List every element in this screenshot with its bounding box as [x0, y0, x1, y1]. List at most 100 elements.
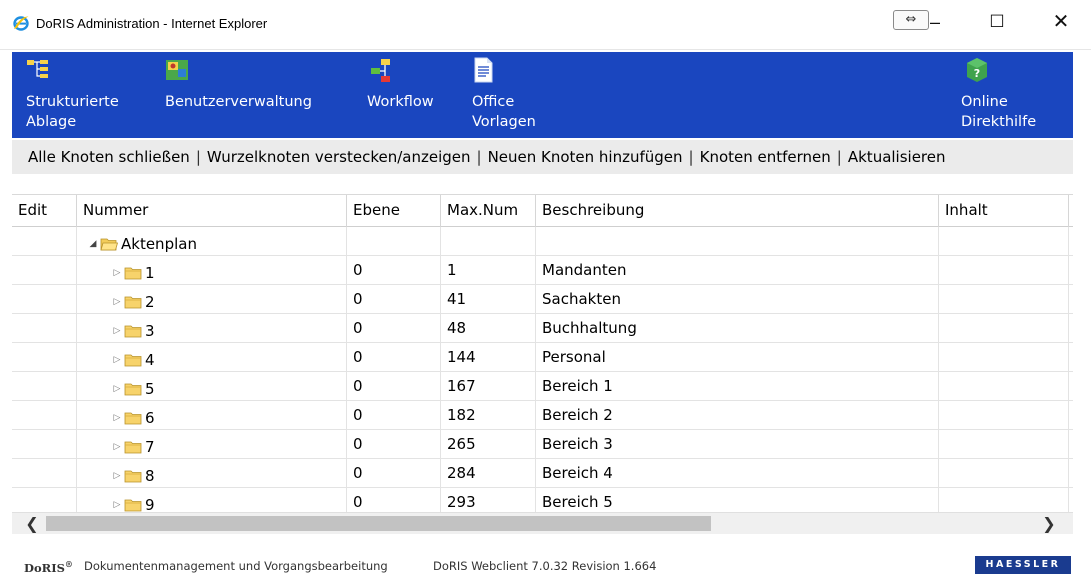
ebene-cell: 0 — [346, 256, 440, 285]
minimize-button[interactable]: – — [920, 10, 950, 34]
table-row[interactable]: ▷ 4 0 144 Personal — [12, 343, 1073, 372]
nummer-cell: ▷ 4 — [76, 343, 346, 372]
version-info: DoRIS Webclient 7.0.32 Revision 1.664 — [433, 559, 657, 573]
inhalt-cell — [938, 401, 1068, 430]
nav-benutzerverwaltung[interactable]: Benutzerverwaltung — [162, 52, 362, 138]
collapsed-arrow-icon[interactable]: ▷ — [111, 404, 123, 430]
scroll-right-button[interactable]: ❯ — [1037, 513, 1061, 535]
company-logo: HAESSLER — [975, 556, 1071, 574]
column-header-beschreibung[interactable]: Beschreibung — [535, 195, 938, 227]
partial-cell — [1068, 430, 1073, 459]
folder-icon — [124, 441, 142, 454]
table-row[interactable]: ▷ 9 0 293 Bereich 5 — [12, 488, 1073, 512]
maxnum-cell: 41 — [440, 285, 535, 314]
chevron-right-icon: ❯ — [1042, 514, 1056, 533]
maxnum-cell: 48 — [440, 314, 535, 343]
column-header-nummer[interactable]: Nummer — [76, 195, 346, 227]
brand-name: DoRIS® — [24, 559, 73, 575]
nummer-cell: ▷ 3 — [76, 314, 346, 343]
minimize-icon: – — [929, 12, 940, 32]
ebene-cell — [346, 227, 440, 256]
document-template-icon — [474, 57, 493, 83]
table-row[interactable]: ▷ 3 0 48 Buchhaltung — [12, 314, 1073, 343]
toggle-root-node-link[interactable]: Wurzelknoten verstecken/anzeigen — [207, 140, 471, 174]
collapsed-arrow-icon[interactable]: ▷ — [111, 346, 123, 372]
edit-cell — [12, 401, 76, 430]
edit-cell — [12, 314, 76, 343]
node-label[interactable]: 1 — [145, 259, 155, 285]
nav-office-vorlagen[interactable]: Office Vorlagen — [469, 52, 579, 138]
node-label[interactable]: 2 — [145, 288, 155, 314]
maximize-icon: ☐ — [989, 12, 1005, 31]
nummer-cell: ▷ 6 — [76, 401, 346, 430]
beschreibung-cell: Mandanten — [535, 256, 938, 285]
ebene-cell: 0 — [346, 372, 440, 401]
nummer-cell: ▷ 8 — [76, 459, 346, 488]
column-header-partial[interactable]: G — [1068, 195, 1073, 227]
node-label[interactable]: 5 — [145, 375, 155, 401]
column-header-edit[interactable]: Edit — [12, 195, 76, 227]
table-row[interactable]: ▷ 8 0 284 Bereich 4 — [12, 459, 1073, 488]
partial-cell — [1068, 372, 1073, 401]
collapsed-arrow-icon[interactable]: ▷ — [111, 317, 123, 343]
partial-cell — [1068, 314, 1073, 343]
maximize-button[interactable]: ☐ — [982, 10, 1012, 34]
collapsed-arrow-icon[interactable]: ▷ — [111, 375, 123, 401]
user-management-icon — [166, 60, 188, 80]
table-row[interactable]: ▷ 2 0 41 Sachakten — [12, 285, 1073, 314]
inhalt-cell — [938, 227, 1068, 256]
table-row[interactable]: ▷ 5 0 167 Bereich 1 — [12, 372, 1073, 401]
close-button[interactable]: ✕ — [1046, 10, 1076, 34]
nummer-cell: ▷ 2 — [76, 285, 346, 314]
column-header-maxnum[interactable]: Max.Num — [440, 195, 535, 227]
collapsed-arrow-icon[interactable]: ▷ — [111, 491, 123, 512]
expanded-arrow-icon[interactable]: ◢ — [87, 230, 99, 256]
collapse-all-nodes-link[interactable]: Alle Knoten schließen — [28, 140, 190, 174]
table-row[interactable]: ▷ 1 0 1 Mandanten — [12, 256, 1073, 285]
remove-node-link[interactable]: Knoten entfernen — [700, 140, 831, 174]
table-row[interactable]: ▷ 7 0 265 Bereich 3 — [12, 430, 1073, 459]
root-node-label[interactable]: Aktenplan — [121, 230, 197, 256]
nav-workflow[interactable]: Workflow — [364, 52, 454, 138]
ebene-cell: 0 — [346, 459, 440, 488]
maxnum-cell: 1 — [440, 256, 535, 285]
beschreibung-cell: Bereich 5 — [535, 488, 938, 512]
nummer-cell: ▷ 1 — [76, 256, 346, 285]
help-icon: ? — [967, 58, 987, 82]
beschreibung-cell: Bereich 1 — [535, 372, 938, 401]
node-label[interactable]: 6 — [145, 404, 155, 430]
folder-icon — [124, 499, 142, 512]
folder-icon — [124, 354, 142, 367]
table-row-root[interactable]: ◢ Aktenplan — [12, 227, 1073, 256]
nav-strukturierte-ablage[interactable]: Strukturierte Ablage — [12, 52, 157, 138]
chevron-left-icon: ❮ — [25, 514, 39, 533]
column-header-inhalt[interactable]: Inhalt — [938, 195, 1068, 227]
table-row[interactable]: ▷ 6 0 182 Bereich 2 — [12, 401, 1073, 430]
node-label[interactable]: 3 — [145, 317, 155, 343]
workflow-icon — [371, 59, 390, 82]
maxnum-cell: 293 — [440, 488, 535, 512]
collapsed-arrow-icon[interactable]: ▷ — [111, 433, 123, 459]
beschreibung-cell: Bereich 4 — [535, 459, 938, 488]
node-label[interactable]: 8 — [145, 462, 155, 488]
edit-cell — [12, 285, 76, 314]
add-node-link[interactable]: Neuen Knoten hinzufügen — [488, 140, 683, 174]
collapsed-arrow-icon[interactable]: ▷ — [111, 462, 123, 488]
scrollbar-thumb[interactable] — [46, 516, 711, 531]
node-label[interactable]: 4 — [145, 346, 155, 372]
horizontal-scrollbar[interactable]: ❮ ❯ — [12, 512, 1073, 534]
column-header-ebene[interactable]: Ebene — [346, 195, 440, 227]
beschreibung-cell: Buchhaltung — [535, 314, 938, 343]
inhalt-cell — [938, 459, 1068, 488]
node-label[interactable]: 7 — [145, 433, 155, 459]
collapsed-arrow-icon[interactable]: ▷ — [111, 288, 123, 314]
internet-explorer-icon — [13, 16, 29, 31]
maxnum-cell: 265 — [440, 430, 535, 459]
node-label[interactable]: 9 — [145, 491, 155, 512]
refresh-link[interactable]: Aktualisieren — [848, 140, 946, 174]
status-footer: DoRIS® Dokumentenmanagement und Vorgangs… — [12, 554, 1073, 578]
scroll-left-button[interactable]: ❮ — [20, 513, 44, 535]
nav-online-direkthilfe[interactable]: ? Online Direkthilfe — [958, 52, 1068, 138]
folder-icon — [124, 383, 142, 396]
collapsed-arrow-icon[interactable]: ▷ — [111, 259, 123, 285]
